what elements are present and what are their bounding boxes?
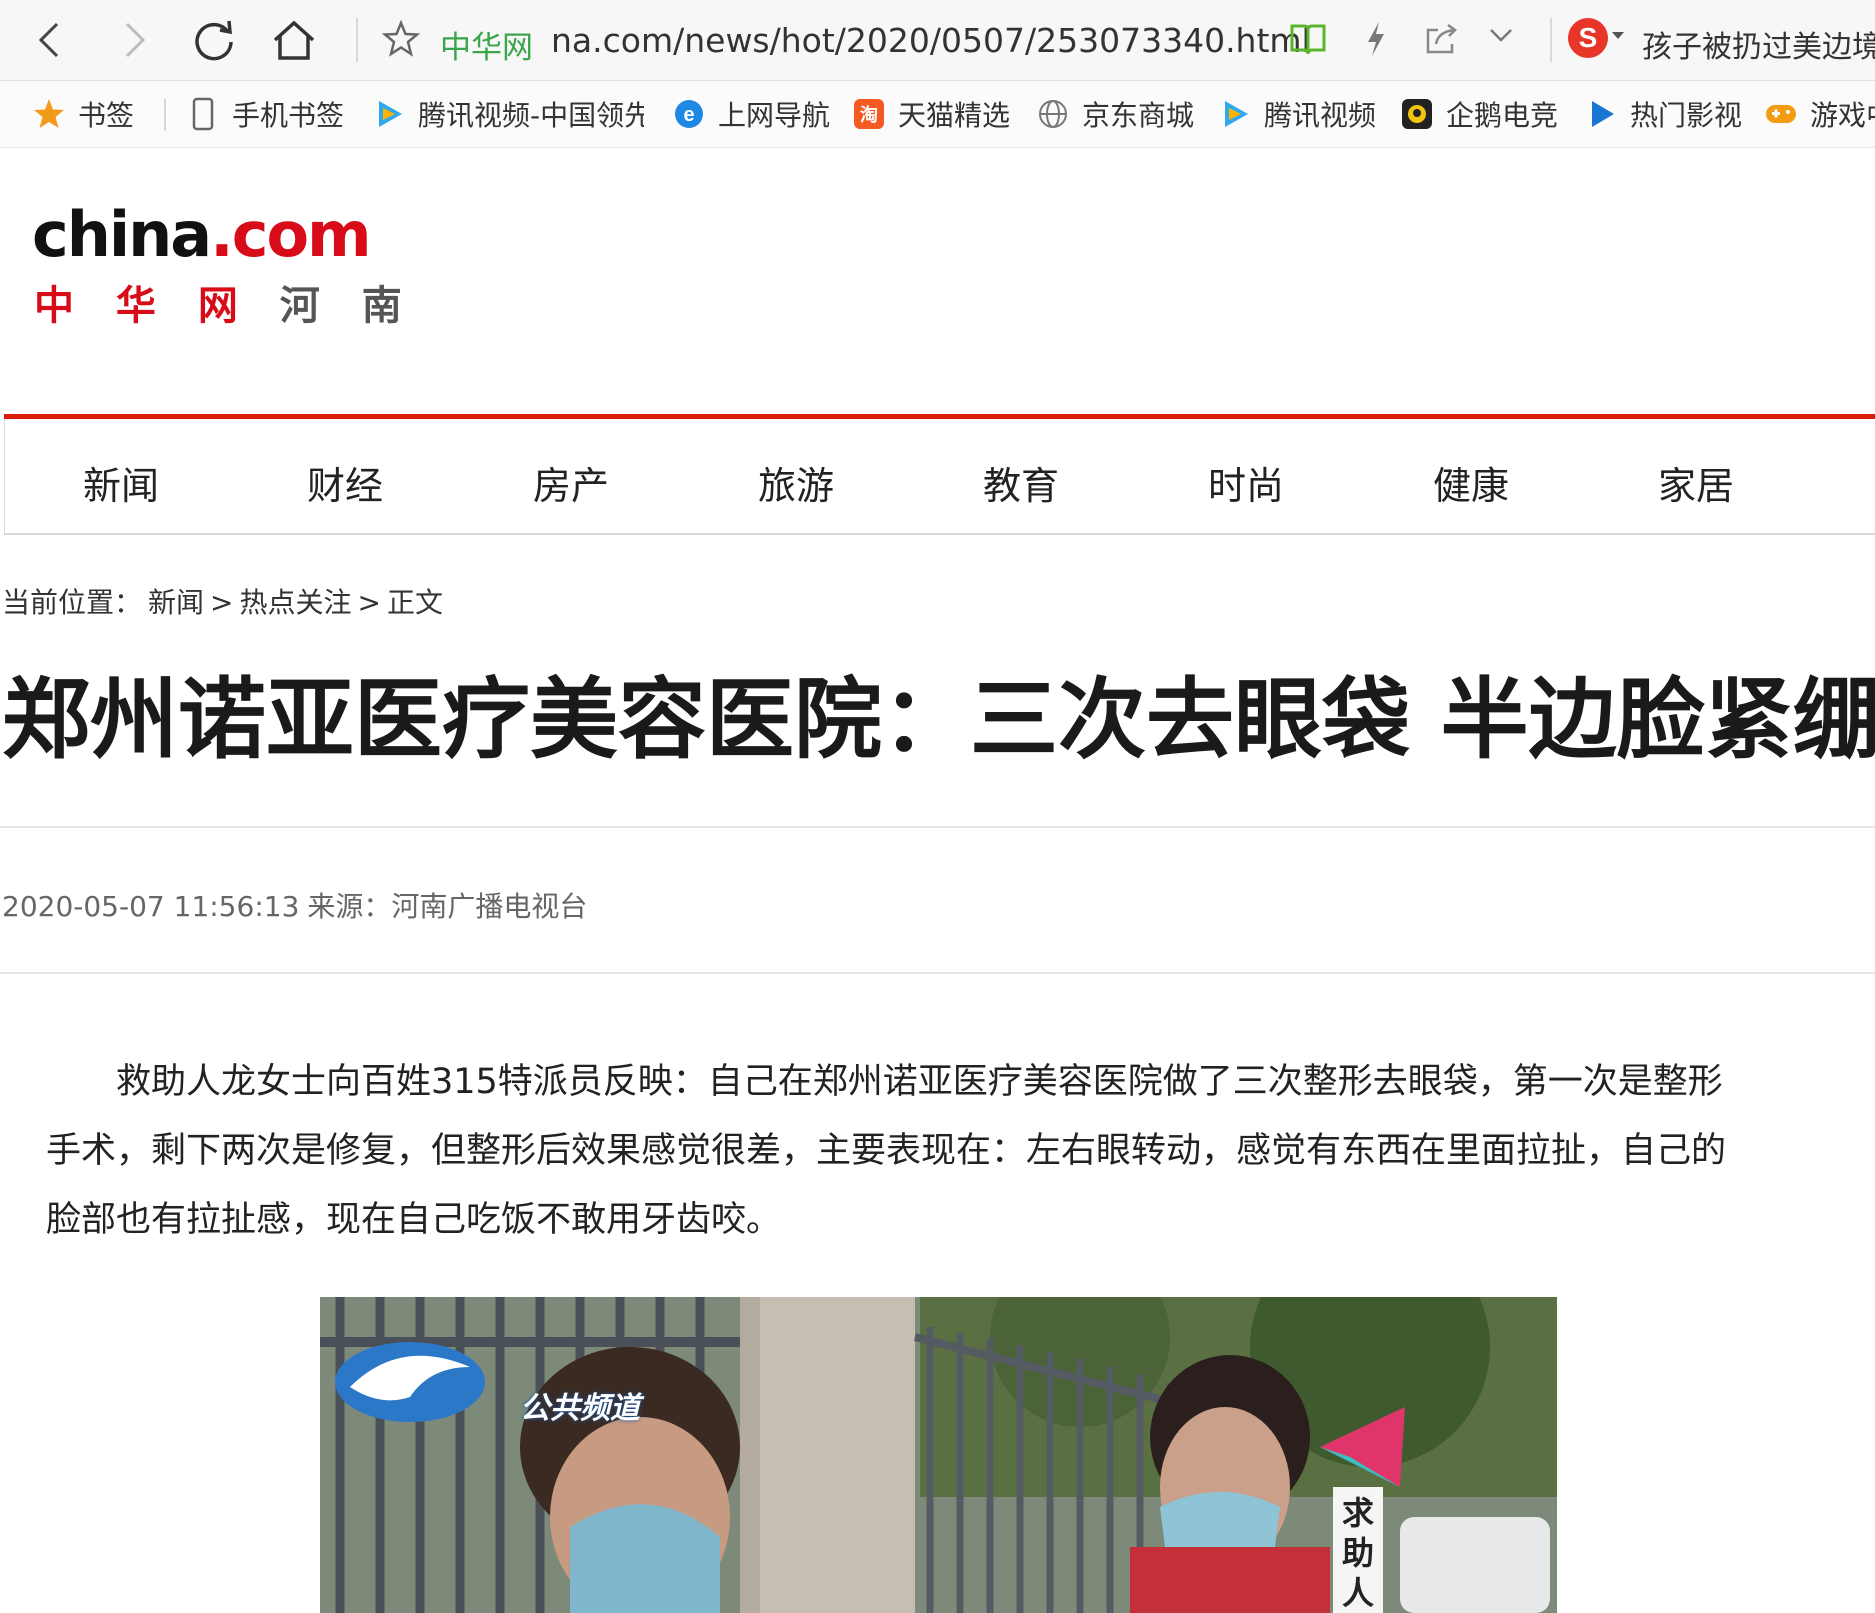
search-box[interactable]: 孩子被扔过美边境 [1642,22,1875,66]
breadcrumb-separator: > [210,586,234,619]
tencent-video-icon [372,97,406,131]
toolbar-divider [1550,18,1552,62]
bookmark-label: 热门影视 [1630,99,1743,132]
svg-text:淘: 淘 [860,104,878,126]
breadcrumb-link-news[interactable]: 新闻 [148,586,204,619]
gamepad-icon [1764,97,1798,131]
nav-item-finance[interactable]: 财经 [307,455,383,510]
nav-item-home[interactable]: 家居 [1658,455,1734,510]
nav-item-news[interactable]: 新闻 [83,455,159,510]
site-name-label: 中华网 [440,30,533,66]
nav-item-fashion[interactable]: 时尚 [1208,455,1284,510]
globe-icon [1036,97,1070,131]
channel-logo-text: 公共频道 [520,1391,640,1426]
bookmark-star-button[interactable] [381,19,421,62]
bookmark-item[interactable]: 热门影视 [1584,81,1742,147]
nav-item-health[interactable]: 健康 [1433,455,1509,510]
bookmark-label: 上网导航 [718,99,831,132]
bookmark-item[interactable]: 腾讯视频-中国领先 [372,81,644,147]
home-button[interactable] [268,14,320,66]
bookmark-label: 手机书签 [232,99,345,132]
share-icon[interactable] [1424,22,1460,60]
bookmark-label: 天猫精选 [898,99,1011,132]
source-label: 来源： [307,890,392,923]
reader-mode-icon[interactable] [1290,22,1326,60]
bookmark-label: 游戏中 [1810,99,1875,132]
taobao-icon: 淘 [852,97,886,131]
browser-toolbar: 中华网 na.com/news/hot/2020/0507/253073340.… [0,0,1875,81]
bookmark-item[interactable]: 淘 天猫精选 [852,81,1010,147]
article-meta: 2020-05-07 11:56:13 来源：河南广播电视台 [2,885,595,925]
logo-dot: . [210,198,234,271]
logo-cn-gray: 河 南 [279,283,416,329]
reload-button[interactable] [188,14,240,66]
bookmark-item[interactable]: 京东商城 [1036,81,1194,147]
site-logo[interactable]: china.com [32,204,372,266]
logo-cn-red: 中 华 网 [34,283,252,329]
breadcrumb-link-hot[interactable]: 热点关注 [240,586,352,619]
bookmark-item[interactable]: 游戏中 [1764,81,1875,147]
divider [0,972,1875,974]
article-date: 2020-05-07 11:56:13 [2,890,300,923]
toolbar-divider [356,18,358,62]
chevron-down-icon[interactable] [1488,26,1514,48]
bookmark-item[interactable]: e 上网导航 [672,81,830,147]
reload-icon [195,20,233,61]
article-source: 河南广播电视台 [391,890,588,923]
back-arrow-icon [38,22,59,58]
forward-button[interactable] [108,14,160,66]
bookmark-label: 企鹅电竞 [1446,99,1559,132]
play-icon [1584,97,1618,131]
bookmark-item[interactable]: 书签 [32,81,134,147]
home-icon [273,20,315,60]
main-nav: 新闻 财经 房产 旅游 教育 时尚 健康 家居 [4,419,1875,535]
forward-arrow-icon [125,22,146,58]
logo-com-text: com [231,198,372,271]
site-logo-chinese[interactable]: 中 华 网 河 南 [34,286,416,326]
bookmark-item[interactable]: 腾讯视频 [1218,81,1376,147]
bookmark-label: 腾讯视频 [1264,99,1377,132]
bookmark-divider [164,99,166,131]
photo-caption-tag: 求助人 [1341,1494,1374,1612]
penguin-esports-icon [1400,97,1434,131]
bookmark-label: 书签 [78,99,135,132]
bookmark-item[interactable]: 企鹅电竞 [1400,81,1558,147]
ie-icon: e [672,97,706,131]
breadcrumb-separator: > [357,586,381,619]
search-engine-dropdown-icon[interactable] [1612,32,1624,39]
article-paragraph: 救助人龙女士向百姓315特派员反映：自己在郑州诺亚医疗美容医院做了三次整形去眼袋… [46,1062,1727,1240]
logo-china-text: china [32,198,212,271]
address-bar[interactable]: na.com/news/hot/2020/0507/253073340.html [551,21,1311,60]
breadcrumb-prefix: 当前位置： [2,586,143,619]
article-photo[interactable]: 公共频道 求助人 [320,1297,1557,1613]
phone-icon [186,97,220,131]
bookmark-label: 京东商城 [1082,99,1195,132]
star-icon [32,97,66,131]
speed-mode-icon[interactable] [1364,20,1388,62]
breadcrumb-current: 正文 [386,586,443,619]
bookmark-item[interactable]: 手机书签 [186,81,344,147]
bookmark-label: 腾讯视频-中国领先 [418,99,644,132]
svg-text:e: e [683,104,694,126]
nav-item-education[interactable]: 教育 [983,455,1059,510]
tencent-video-icon [1218,97,1252,131]
nav-item-realestate[interactable]: 房产 [533,455,609,510]
search-engine-logo[interactable]: S [1568,18,1608,58]
bookmarks-bar: 书签 手机书签 腾讯视频-中国领先 e 上网导航 淘 天猫精选 京东商城 腾讯视… [0,81,1875,148]
article-title: 郑州诺亚医疗美容医院：三次去眼袋 半边脸紧绷 [2,668,1875,771]
divider [0,826,1875,828]
nav-item-travel[interactable]: 旅游 [758,455,834,510]
back-button[interactable] [24,14,76,66]
star-outline-icon [381,19,421,57]
breadcrumb: 当前位置： 新闻 > 热点关注 > 正文 [2,581,449,621]
